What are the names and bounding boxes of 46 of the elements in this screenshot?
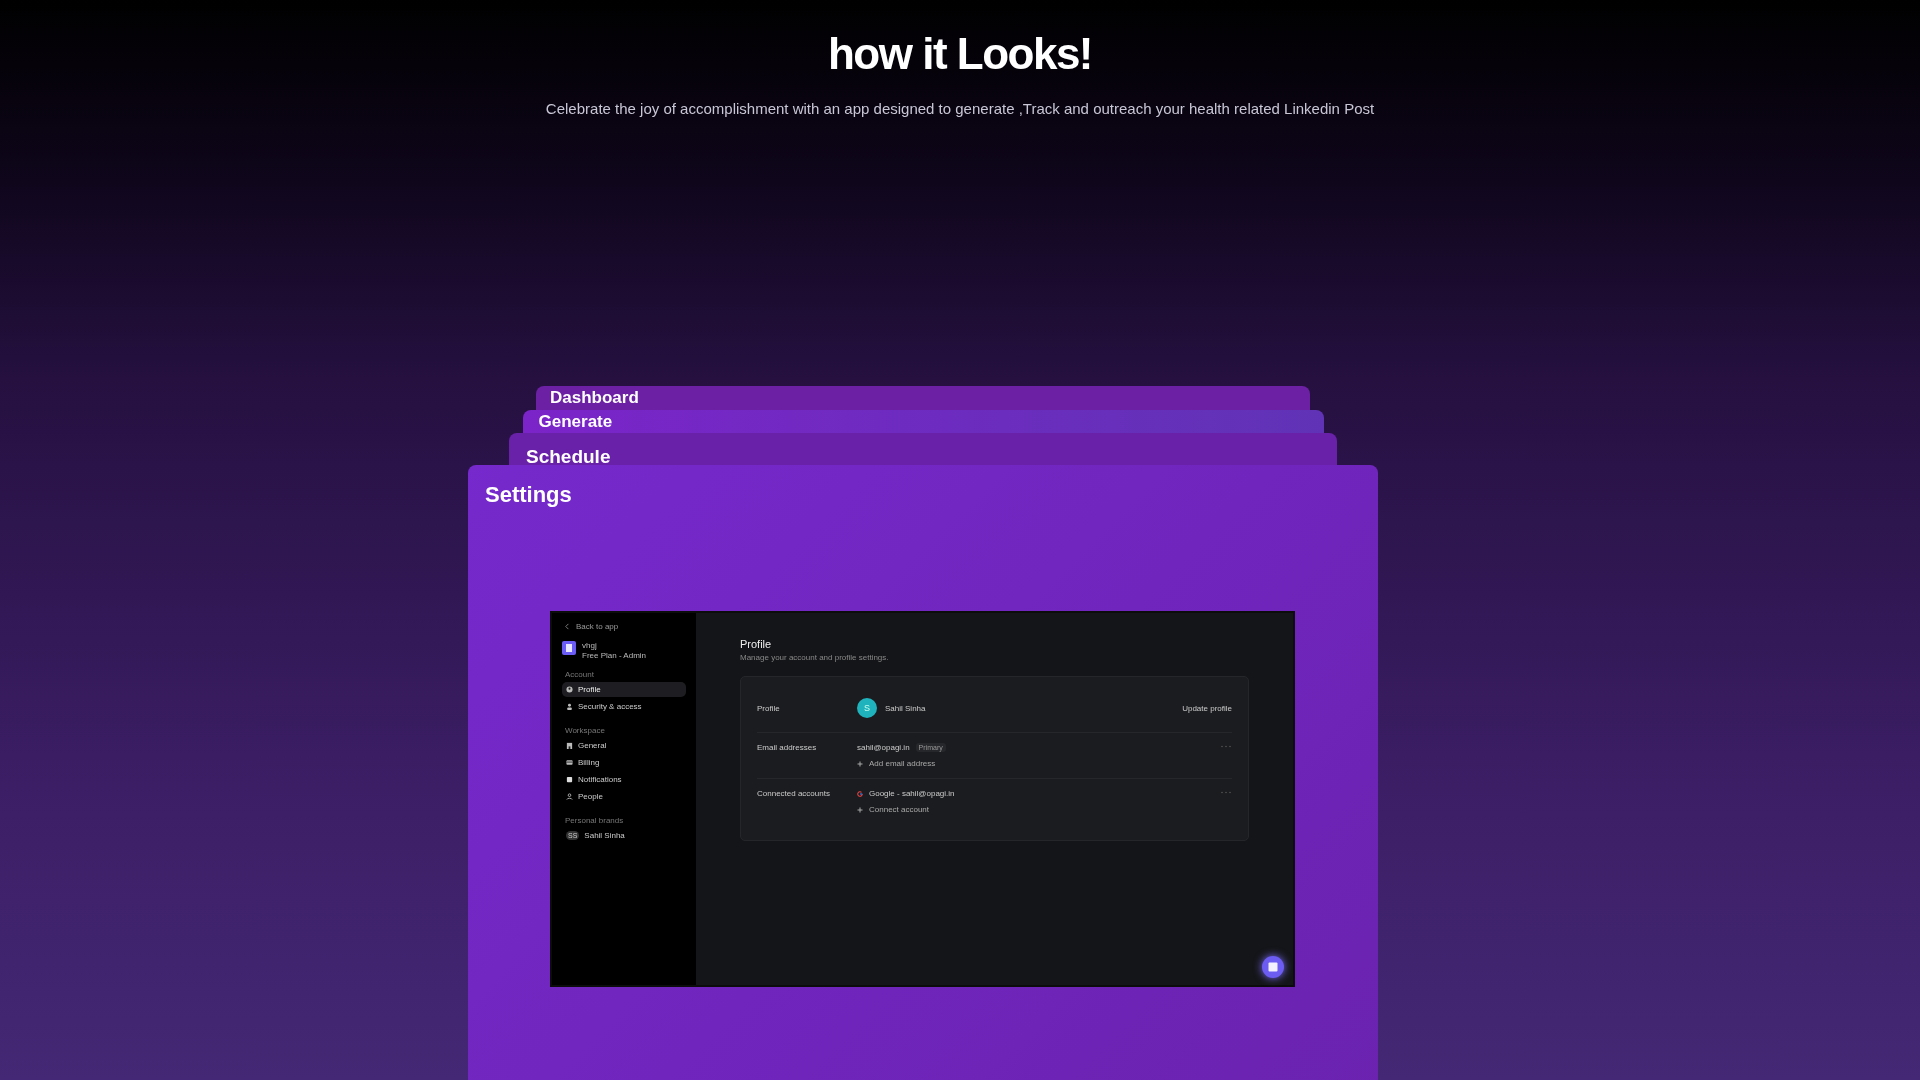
stacked-card[interactable]: Schedule — [509, 433, 1337, 465]
back-link[interactable]: Back to app — [564, 622, 686, 631]
chat-button[interactable] — [1261, 955, 1285, 979]
page-description: Manage your account and profile settings. — [740, 653, 890, 662]
plus-icon — [857, 760, 863, 767]
section-heading: Personal brands — [565, 816, 625, 825]
chevron-left-icon — [564, 623, 571, 630]
page-subtitle: Celebrate the joy of accomplishment with an app designed to generate ,Track and outreach your health related Linkedin Post — [545, 100, 1375, 117]
avatar: S — [857, 698, 877, 718]
section-heading: Account — [565, 670, 595, 679]
card-icon — [566, 759, 573, 766]
card-title: Dashboard — [550, 388, 640, 408]
more-icon[interactable] — [1220, 791, 1232, 794]
sidebar-item[interactable]: General — [562, 738, 686, 753]
person-icon — [566, 703, 573, 710]
sidebar-item[interactable]: People — [562, 789, 686, 804]
workspace-plan: Free Plan - Admin — [582, 651, 647, 660]
card-title: Settings — [485, 482, 573, 508]
people-icon — [566, 793, 573, 800]
card-title: Schedule — [526, 446, 612, 465]
page-heading: Profile — [740, 638, 773, 650]
row-label: Connected accounts — [757, 789, 831, 798]
section-heading: Workspace — [565, 726, 606, 735]
plus-icon — [857, 806, 863, 813]
connect-account-link[interactable]: Connect account — [857, 805, 1220, 814]
user-name: Sahil Sinha — [885, 703, 926, 713]
workspace-logo-icon — [562, 641, 576, 655]
sidebar-item[interactable]: Billing — [562, 755, 686, 770]
email-address: sahil@opagi.in — [857, 743, 910, 752]
user-icon — [566, 686, 573, 693]
row-label: Profile — [757, 703, 781, 713]
update-profile-link[interactable]: Update profile — [1182, 703, 1232, 713]
sidebar-item[interactable]: Security & access — [562, 699, 686, 714]
more-icon[interactable] — [1220, 745, 1232, 748]
row-label: Email addresses — [757, 743, 818, 752]
connected-account: Google - sahil@opagi.in — [869, 789, 955, 798]
card-title: Generate — [538, 412, 614, 432]
add-email-link[interactable]: Add email address — [857, 759, 1220, 768]
building-icon — [566, 742, 573, 749]
page-title: how it Looks! — [828, 28, 1092, 80]
stacked-card[interactable]: Generate — [522, 410, 1324, 433]
sidebar-item[interactable]: Notifications — [562, 772, 686, 787]
stacked-card[interactable]: Dashboard — [536, 386, 1310, 410]
workspace-name: vhgj — [582, 641, 598, 650]
google-icon — [857, 790, 863, 797]
sidebar-item[interactable]: Profile — [562, 682, 686, 697]
